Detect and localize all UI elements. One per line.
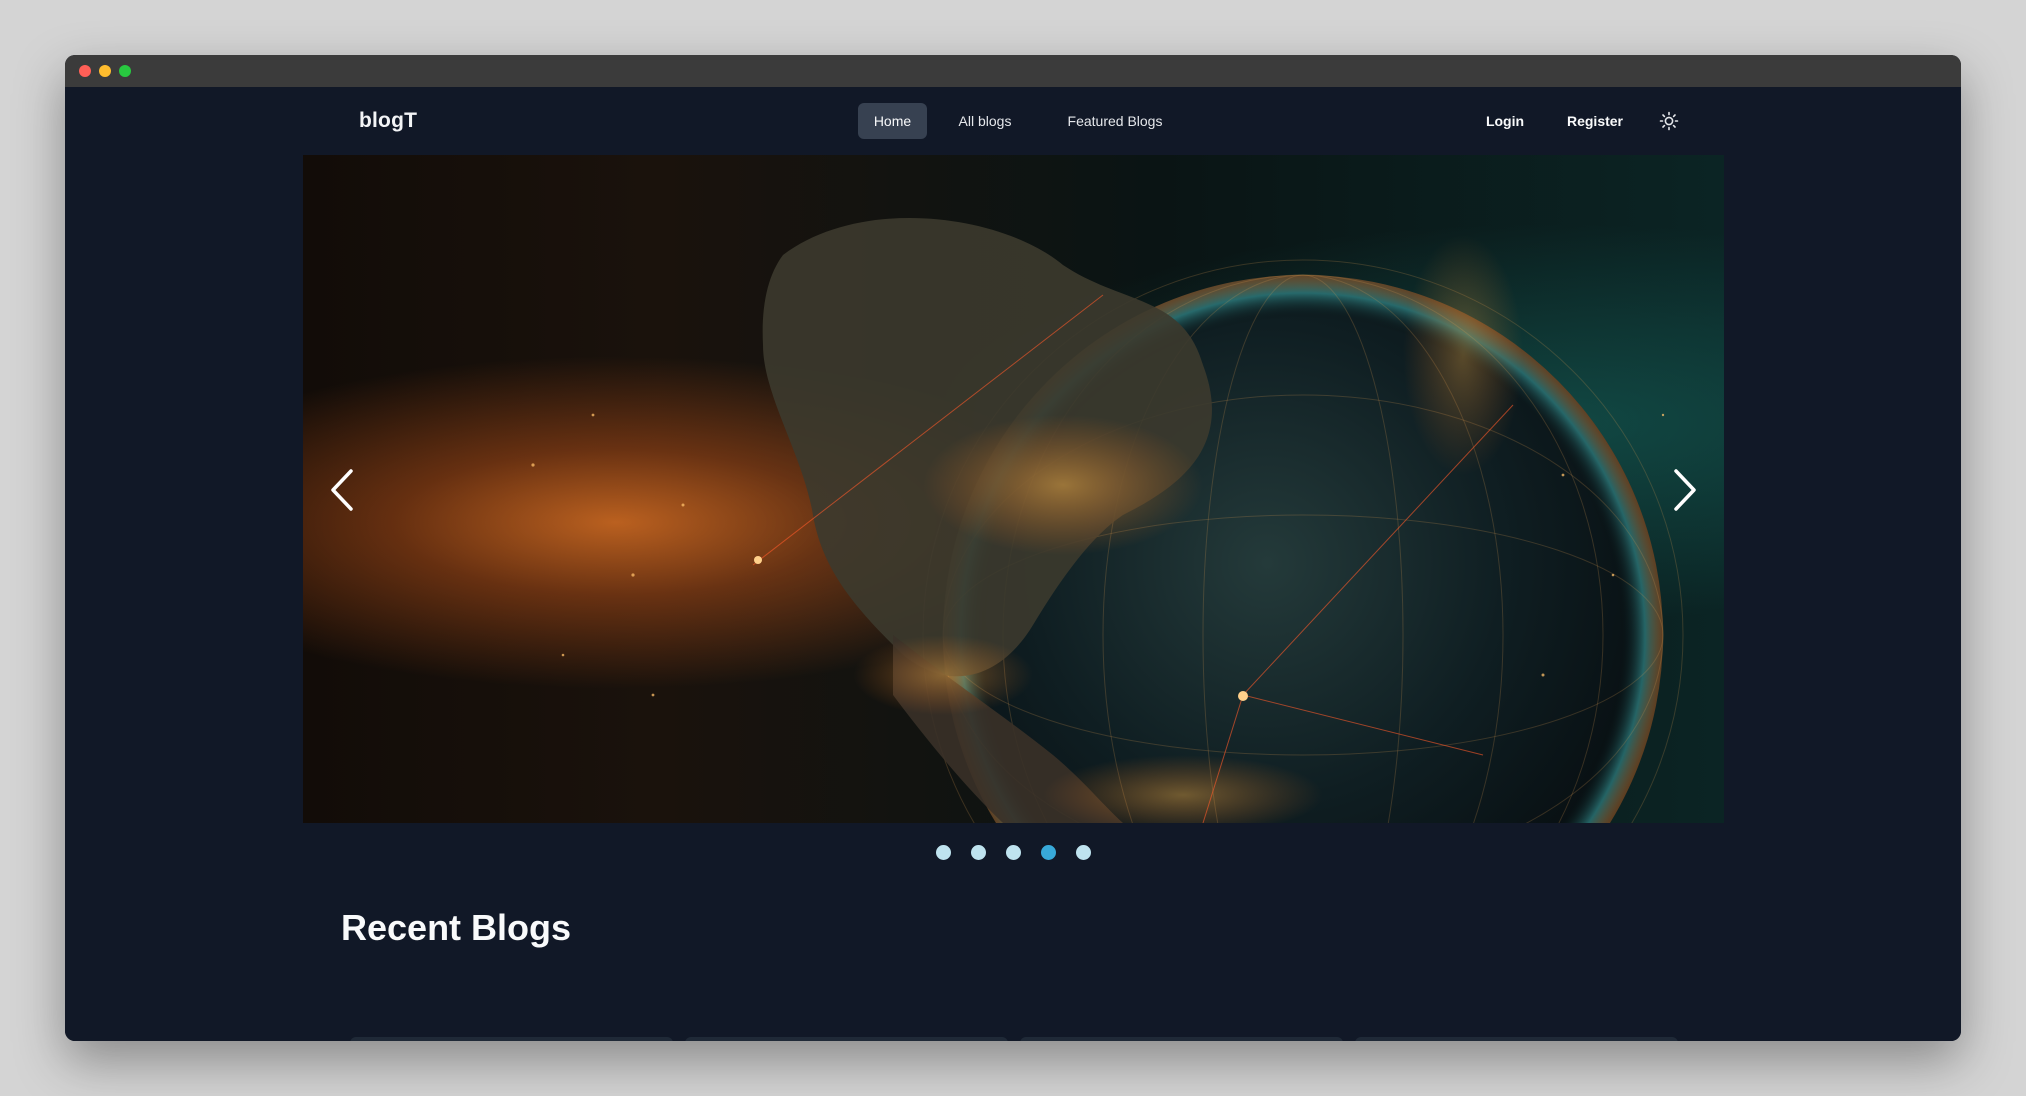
navbar: blogT Home All blogs Featured Blogs Logi… xyxy=(65,87,1961,157)
browser-window: blogT Home All blogs Featured Blogs Logi… xyxy=(65,55,1961,1041)
window-titlebar xyxy=(65,55,1961,87)
carousel-dot[interactable] xyxy=(971,845,986,860)
carousel-dot[interactable] xyxy=(1006,845,1021,860)
chevron-right-icon[interactable] xyxy=(1656,455,1706,525)
hero-carousel xyxy=(303,155,1724,823)
maximize-window-button[interactable] xyxy=(119,65,131,77)
hero-slide-image xyxy=(531,217,1684,823)
brand-logo[interactable]: blogT xyxy=(359,109,417,133)
carousel-dot-active[interactable] xyxy=(1041,845,1056,860)
blog-card[interactable] xyxy=(350,1037,673,1041)
nav-featured-blogs-link[interactable]: Featured Blogs xyxy=(1055,103,1175,139)
recent-blogs-heading: Recent Blogs xyxy=(341,907,572,948)
blog-card[interactable] xyxy=(685,1037,1008,1041)
carousel-indicators xyxy=(65,845,1961,861)
chevron-left-icon[interactable] xyxy=(321,455,371,525)
carousel-dot[interactable] xyxy=(1076,845,1091,860)
blog-card[interactable] xyxy=(1355,1037,1678,1041)
blog-card[interactable] xyxy=(1020,1037,1343,1041)
nav-home-link[interactable]: Home xyxy=(858,103,927,139)
register-button[interactable]: Register xyxy=(1555,103,1635,139)
sun-icon[interactable] xyxy=(1659,111,1679,131)
page: blogT Home All blogs Featured Blogs Logi… xyxy=(65,87,1961,1041)
minimize-window-button[interactable] xyxy=(99,65,111,77)
nav-all-blogs-link[interactable]: All blogs xyxy=(945,103,1025,139)
login-button[interactable]: Login xyxy=(1475,103,1535,139)
close-window-button[interactable] xyxy=(79,65,91,77)
carousel-dot[interactable] xyxy=(936,845,951,860)
